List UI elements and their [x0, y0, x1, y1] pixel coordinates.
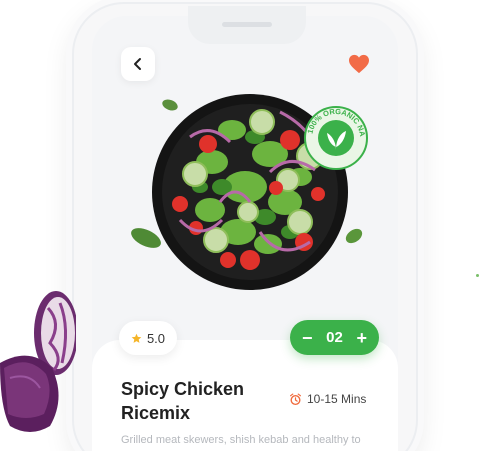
alarm-clock-icon — [290, 392, 301, 405]
product-description: Grilled meat skewers, shish kebab and he… — [121, 434, 361, 446]
quantity-value: 02 — [326, 329, 343, 346]
prep-time: 10-15 Mins — [289, 392, 366, 406]
rating-badge: 5.0 — [119, 321, 177, 355]
star-icon — [131, 333, 142, 343]
rating-value: 5.0 — [146, 330, 166, 346]
red-cabbage-decoration — [0, 288, 78, 438]
back-button[interactable] — [121, 47, 155, 81]
prep-time-value: 10-15 Mins — [307, 392, 367, 406]
heart-icon[interactable] — [348, 54, 370, 74]
decoration-dot — [476, 274, 479, 277]
chevron-left-icon — [134, 58, 141, 70]
phone-volume-down-button — [66, 202, 71, 234]
increment-button[interactable]: + — [356, 329, 367, 347]
product-title: Spicy Chicken Ricemix — [121, 379, 245, 423]
organic-natural-badge: 100% ORGANIC NATURAL — [300, 98, 369, 171]
quantity-stepper[interactable]: − 02 + — [290, 320, 379, 355]
phone-volume-up-button — [66, 162, 71, 194]
phone-side-button — [66, 132, 71, 152]
phone-speaker — [222, 22, 272, 27]
decrement-button[interactable]: − — [302, 329, 313, 347]
